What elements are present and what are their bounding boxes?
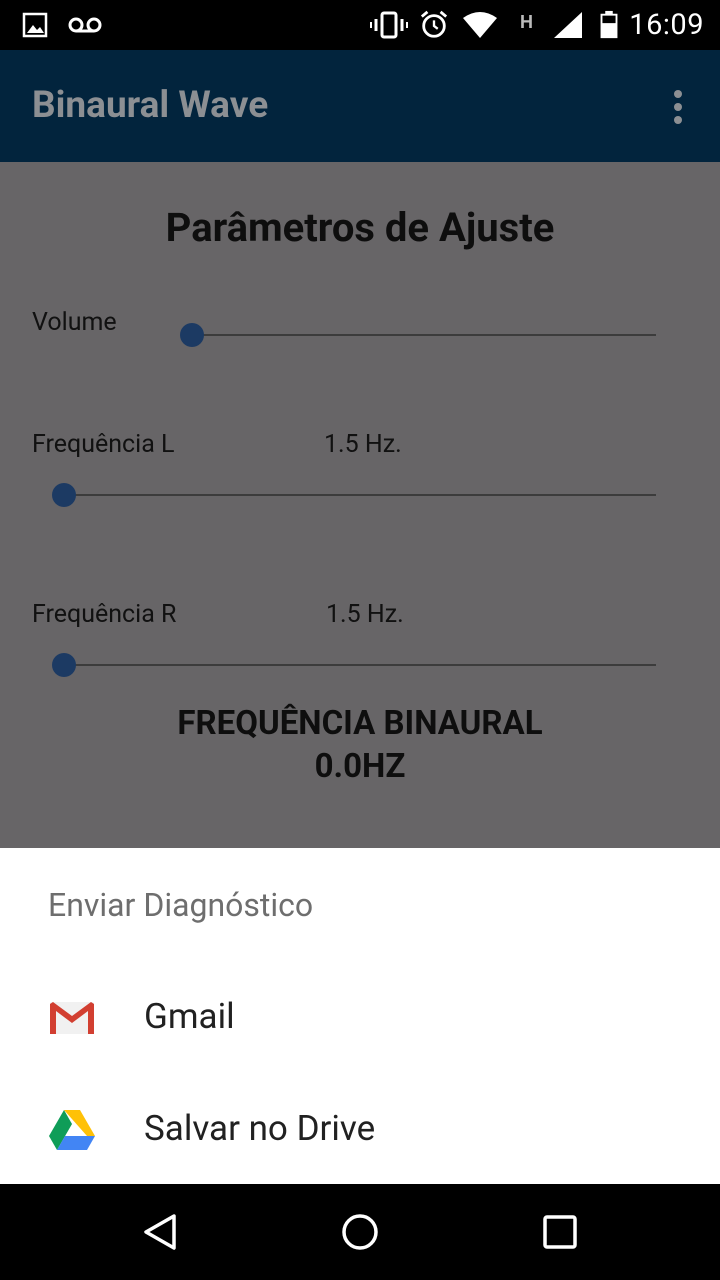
volume-label: Volume bbox=[32, 308, 117, 337]
signal-icon bbox=[554, 12, 582, 38]
page-title: Parâmetros de Ajuste bbox=[165, 204, 555, 251]
app-title: Binaural Wave bbox=[32, 84, 269, 127]
binaural-label: FREQUÊNCIA BINAURAL bbox=[177, 704, 543, 743]
clock: 16:09 bbox=[629, 8, 704, 42]
freq-l-slider-track[interactable] bbox=[64, 494, 656, 496]
settings-panel: Parâmetros de Ajuste Volume Frequência L… bbox=[0, 162, 720, 848]
app-bar: Binaural Wave bbox=[0, 50, 720, 162]
freq-l-label: Frequência L bbox=[32, 430, 175, 459]
volume-slider-thumb[interactable] bbox=[180, 323, 204, 347]
binaural-value: 0.0HZ bbox=[314, 747, 406, 786]
gmail-icon bbox=[50, 1002, 94, 1034]
navigation-bar bbox=[0, 1184, 720, 1280]
volume-slider-track[interactable] bbox=[192, 334, 656, 336]
share-item-label: Gmail bbox=[144, 996, 235, 1037]
freq-r-value: 1.5 Hz. bbox=[326, 600, 404, 629]
voicemail-icon bbox=[68, 17, 102, 33]
share-sheet-title: Enviar Diagnóstico bbox=[48, 886, 314, 924]
more-vert-icon[interactable] bbox=[674, 90, 684, 124]
battery-icon bbox=[600, 10, 618, 39]
signal-h-icon: H bbox=[520, 12, 533, 32]
google-drive-icon bbox=[49, 1110, 95, 1150]
alarm-icon bbox=[420, 10, 448, 38]
svg-text:H: H bbox=[520, 12, 533, 32]
share-sheet: Enviar Diagnóstico Gmail Salvar no Drive bbox=[0, 848, 720, 1184]
share-item-gmail[interactable]: Gmail bbox=[0, 962, 720, 1074]
freq-l-value: 1.5 Hz. bbox=[324, 430, 402, 459]
freq-r-slider-track[interactable] bbox=[64, 664, 656, 666]
back-icon[interactable] bbox=[140, 1212, 180, 1252]
freq-l-slider-thumb[interactable] bbox=[52, 483, 76, 507]
status-bar: H 16:09 bbox=[0, 0, 720, 50]
vibrate-icon bbox=[370, 11, 408, 39]
freq-r-slider-thumb[interactable] bbox=[52, 653, 76, 677]
wifi-icon bbox=[463, 12, 497, 38]
freq-r-label: Frequência R bbox=[32, 600, 177, 629]
recents-icon[interactable] bbox=[540, 1212, 580, 1252]
share-item-label: Salvar no Drive bbox=[144, 1108, 376, 1149]
home-icon[interactable] bbox=[340, 1212, 380, 1252]
share-item-drive[interactable]: Salvar no Drive bbox=[0, 1074, 720, 1186]
image-icon bbox=[22, 12, 48, 38]
